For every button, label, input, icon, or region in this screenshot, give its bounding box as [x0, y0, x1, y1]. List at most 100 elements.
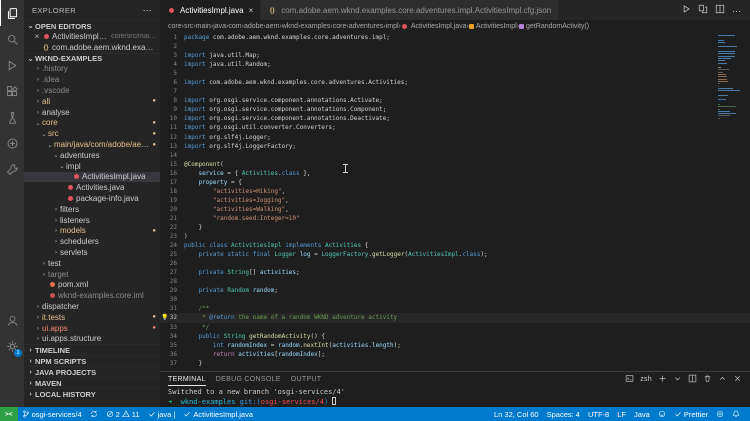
trash-icon[interactable] [703, 374, 712, 385]
activity-settings[interactable]: 1 [0, 333, 24, 359]
activity-explorer[interactable] [0, 0, 24, 26]
tree-item-schedulers[interactable]: › schedulers [24, 236, 160, 247]
chevdown-icon[interactable] [673, 374, 682, 385]
code-line[interactable]: 33 */ [160, 323, 750, 332]
tree-item-filters[interactable]: › filters [24, 204, 160, 215]
breadcrumb-item[interactable]: adventures [349, 23, 384, 30]
code-line[interactable]: 35 int randomIndex = random.nextInt(acti… [160, 341, 750, 350]
tree-item-it.tests[interactable]: › it.tests ● [24, 312, 160, 323]
code-line[interactable]: 11 import org.osgi.util.converter.Convert… [160, 123, 750, 132]
code-line[interactable]: 27 private String[] activities; [160, 268, 750, 277]
open-editor-item[interactable]: {}com.adobe.aem.wknd.examples... [24, 42, 160, 53]
tree-item-src[interactable]: ⌄ src ● [24, 128, 160, 139]
tree-item-core[interactable]: ⌄ core ● [24, 118, 160, 129]
tree-item-.history[interactable]: › .history [24, 64, 160, 75]
code-line[interactable]: 7 [160, 87, 750, 96]
tree-item-adventures[interactable]: ⌄ adventures [24, 150, 160, 161]
tree-item-.idea[interactable]: › .idea [24, 74, 160, 85]
breadcrumb-item[interactable]: impl [386, 23, 399, 30]
breadcrumb-item[interactable]: src [184, 23, 193, 30]
section-maven[interactable]: › MAVEN [24, 377, 160, 388]
code-line[interactable]: 28 [160, 277, 750, 286]
close-icon[interactable]: × [249, 6, 254, 15]
remote-indicator[interactable]: >< [0, 407, 18, 421]
code-line[interactable]: 8 import org.osgi.service.component.annot… [160, 96, 750, 105]
breadcrumb-item[interactable]: getRandomActivity() [519, 23, 589, 30]
chevup-icon[interactable] [718, 374, 727, 385]
panel-tab-output[interactable]: OUTPUT [291, 374, 322, 385]
code-line[interactable]: 34 public String getRandomActivity() { [160, 332, 750, 341]
tree-item-impl[interactable]: ⌄ impl [24, 161, 160, 172]
language-check-status[interactable]: java | [144, 407, 180, 421]
code-line[interactable]: 31 /** [160, 304, 750, 313]
breadcrumb-item[interactable]: examples [300, 23, 330, 30]
code-line[interactable]: 6 import com.adobe.aem.wknd.examples.core… [160, 78, 750, 87]
encoding[interactable]: UTF-8 [584, 407, 613, 421]
breadcrumb-item[interactable]: aem [266, 23, 280, 30]
activity-accounts[interactable] [0, 307, 24, 333]
feedback-icon[interactable] [654, 407, 670, 421]
breadcrumb-item[interactable]: wknd [282, 23, 298, 30]
code-line[interactable]: 25 private static final Logger log = Log… [160, 250, 750, 259]
notifications-bell[interactable] [728, 407, 744, 421]
lightbulb-icon[interactable]: 💡 [161, 313, 168, 322]
split-icon[interactable] [688, 374, 697, 385]
code-line[interactable]: 37 } [160, 359, 750, 368]
code-line[interactable]: 13 import org.slf4j.LoggerFactory; [160, 142, 750, 151]
tree-item-.vscode[interactable]: › .vscode [24, 85, 160, 96]
section-npm-scripts[interactable]: › NPM SCRIPTS [24, 355, 160, 366]
code-editor[interactable]: 1 package com.adobe.aem.wknd.examples.cor… [160, 33, 750, 371]
code-line[interactable]: 9 import org.osgi.service.component.annot… [160, 105, 750, 114]
activity-remote-explorer[interactable] [0, 130, 24, 156]
code-line[interactable]: 20 "activities=Walking", [160, 205, 750, 214]
code-line[interactable]: 14 [160, 151, 750, 160]
code-line[interactable]: 29 private Random random; [160, 286, 750, 295]
breadcrumb-item[interactable]: main [196, 23, 211, 30]
remote-window-icon[interactable] [712, 407, 728, 421]
breadcrumb-item[interactable]: core [168, 23, 182, 30]
code-line[interactable]: 19 "activities=Jogging", [160, 196, 750, 205]
tree-item-listeners[interactable]: › listeners [24, 215, 160, 226]
tree-item-activities.java[interactable]: Activities.java [24, 182, 160, 193]
play-icon[interactable] [681, 1, 691, 19]
more-actions-icon[interactable]: ⋯ [143, 5, 152, 16]
breadcrumb-item[interactable]: core [333, 23, 347, 30]
tree-item-servlets[interactable]: › servlets [24, 247, 160, 258]
tree-item-models[interactable]: › models ● [24, 226, 160, 237]
breadcrumb-item[interactable]: com [228, 23, 241, 30]
code-line[interactable]: 16 service = { Activities.class }, [160, 169, 750, 178]
section-java-projects[interactable]: › JAVA PROJECTS [24, 366, 160, 377]
tree-item-activitiesimpl.java[interactable]: ActivitiesImpl.java [24, 171, 160, 183]
code-line[interactable]: 32 💡 * @return the name of a random WKND … [160, 313, 750, 323]
eol-sequence[interactable]: LF [613, 407, 630, 421]
terminal-output[interactable]: Switched to a new branch 'osgi-services/… [160, 387, 750, 407]
section-open-editors[interactable]: ⌄ OPEN EDITORS [24, 20, 160, 31]
code-line[interactable]: 5 [160, 69, 750, 78]
code-line[interactable]: 24 public class ActivitiesImpl implements… [160, 241, 750, 250]
section-timeline[interactable]: › TIMELINE [24, 344, 160, 355]
code-line[interactable]: 10 import org.osgi.service.component.anno… [160, 114, 750, 123]
file-check-status[interactable]: ActivitiesImpl.java [179, 407, 257, 421]
code-line[interactable]: 21 "random.seed:Integer=10" [160, 214, 750, 223]
breadcrumb-item[interactable]: ActivitiesImpl [468, 23, 517, 30]
code-line[interactable]: 12 import org.slf4j.Logger; [160, 133, 750, 142]
activity-testing[interactable] [0, 104, 24, 130]
breadcrumb-item[interactable]: adobe [244, 23, 263, 30]
tab-activitiesimpl.java[interactable]: ActivitiesImpl.java × [160, 0, 262, 20]
close-icon[interactable]: × [32, 32, 42, 41]
indentation[interactable]: Spaces: 4 [543, 407, 584, 421]
tree-item-test[interactable]: › test [24, 258, 160, 269]
activity-search[interactable] [0, 26, 24, 52]
tree-item-analyse[interactable]: › analyse [24, 107, 160, 118]
minimap[interactable] [718, 35, 742, 120]
code-line[interactable]: 15 @Component( [160, 160, 750, 169]
activity-extensions[interactable] [0, 78, 24, 104]
cursor-position[interactable]: Ln 32, Col 60 [490, 407, 543, 421]
tree-item-ui.apps[interactable]: › ui.apps ● [24, 323, 160, 334]
breadcrumb-item[interactable]: ActivitiesImpl.java [401, 23, 467, 30]
code-line[interactable]: 30 [160, 295, 750, 304]
split-icon[interactable] [715, 1, 725, 19]
section-project[interactable]: ⌄ WKND-EXAMPLES [24, 53, 160, 64]
activity-external-tools[interactable] [0, 156, 24, 182]
tree-item-all[interactable]: › all ● [24, 96, 160, 107]
